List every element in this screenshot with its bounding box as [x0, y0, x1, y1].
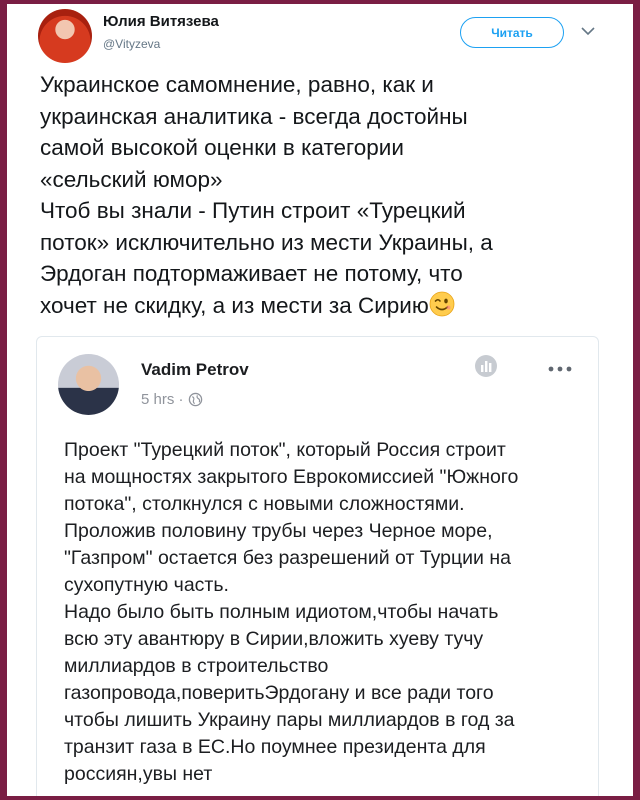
post-text-line: Проект "Турецкий поток", который Россия …: [64, 439, 506, 461]
tweet-text: Украинское самомнение, равно, как и укра…: [40, 69, 625, 321]
author-name[interactable]: Юлия Витязева: [103, 13, 219, 30]
tweet-text-line: «сельский юмор»: [40, 166, 223, 192]
post-text-line: "Газпром" остается без разрешений от Тур…: [64, 547, 511, 569]
tweet-text-line: Украинское самомнение, равно, как и: [40, 72, 434, 97]
author-handle[interactable]: @Vityzeva: [103, 37, 160, 51]
tweet-text-line: Чтоб вы знали - Путин строит «Турецкий: [40, 198, 466, 223]
tweet-text-line-last: хочет не скидку, а из мести за Сирию: [40, 290, 625, 322]
author-avatar[interactable]: [38, 9, 92, 63]
post-text-line: газопровода,поверитьЭрдогану и все ради …: [64, 682, 494, 704]
post-text-line: потока", столкнулся с новыми сложностями…: [64, 493, 465, 515]
tweet-text-line: Эрдоган подтормаживает не потому, что: [40, 261, 463, 286]
tweet-text-line: украинская аналитика - всегда достойны: [40, 103, 468, 129]
post-author-avatar[interactable]: [58, 354, 119, 415]
stats-icon[interactable]: [473, 353, 499, 379]
post-text: Проект "Турецкий поток", который Россия …: [64, 437, 594, 788]
post-text-line: Проложив половину трубы через Черное мор…: [64, 520, 493, 542]
embedded-facebook-post[interactable]: Vadim Petrov 5 hrs · Проект "Турецкий по…: [36, 336, 599, 796]
tweet-text-line: хочет не скидку, а из мести за Сирию: [40, 292, 429, 318]
tweet-card: Юлия Витязева @Vityzeva Читать Украинско…: [7, 4, 633, 796]
post-text-line: сухопутную часть.: [64, 574, 229, 596]
post-text-line: миллиардов в строительство: [64, 655, 329, 677]
winking-face-icon: [429, 291, 455, 316]
post-author-name[interactable]: Vadim Petrov: [141, 360, 249, 380]
post-text-line: всю эту авантюру в Сирии,вложить хуеву т…: [64, 628, 484, 650]
post-text-line: чтобы лишить Украину пары миллиардов в г…: [64, 709, 515, 731]
follow-button[interactable]: Читать: [460, 17, 564, 48]
post-text-line: Надо было быть полным идиотом,чтобы нача…: [64, 601, 499, 623]
chevron-down-icon[interactable]: [579, 22, 597, 40]
more-options-icon[interactable]: [547, 365, 573, 373]
post-text-line: на мощностях закрытого Еврокомиссией "Юж…: [64, 466, 519, 488]
post-time[interactable]: 5 hrs ·: [141, 391, 184, 408]
tweet-text-line: самой высокой оценки в категории: [40, 135, 404, 160]
post-text-line: транзит газа в ЕС.Но поумнее президента …: [64, 736, 486, 758]
post-text-line: россиян,увы нет: [64, 763, 213, 785]
post-meta: 5 hrs ·: [141, 391, 203, 408]
tweet-text-line: поток» исключительно из мести Украины, а: [40, 229, 493, 255]
globe-icon: [188, 392, 202, 407]
